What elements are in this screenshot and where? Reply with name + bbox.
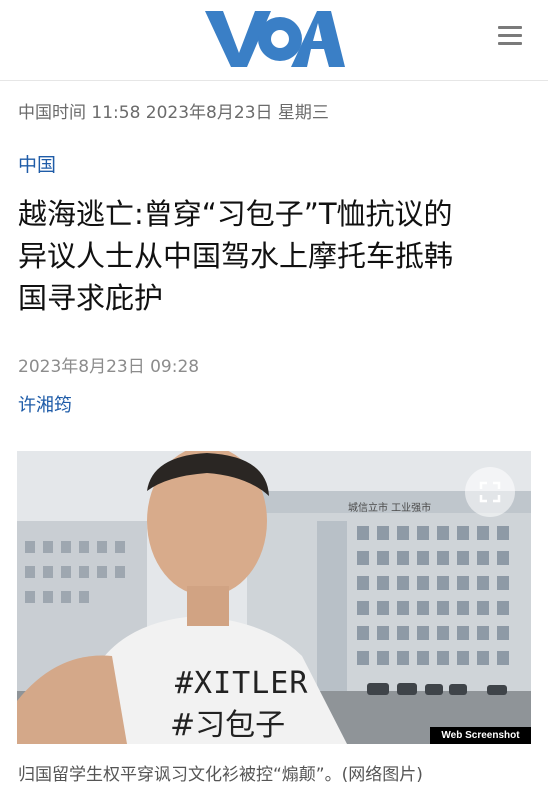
category-link[interactable]: 中国 [18, 150, 56, 177]
headline-line: 越海逃亡:曾穿“习包子”T恤抗议的 [18, 197, 453, 231]
author-link[interactable]: 许湘筠 [18, 391, 72, 417]
publish-date: 2023年8月23日 09:28 [18, 357, 200, 377]
shirt-text-line1: #XITLER [175, 666, 309, 701]
photo-caption: 归国留学生权平穿讽习文化衫被控“煽颠”。(网络图片) [18, 765, 423, 785]
site-header [0, 0, 548, 81]
article-headline: 越海逃亡:曾穿“习包子”T恤抗议的 异议人士从中国驾水上摩托车抵韩 国寻求庇护 [18, 193, 530, 319]
expand-icon[interactable] [465, 467, 515, 517]
voa-logo[interactable] [205, 9, 345, 69]
shirt-text-line2: #习包子 [170, 708, 286, 743]
photo-watermark: Web Screenshot [430, 727, 531, 744]
hamburger-menu-icon[interactable] [498, 26, 522, 46]
headline-line: 异议人士从中国驾水上摩托车抵韩 [18, 239, 454, 273]
headline-line: 国寻求庇护 [18, 281, 164, 315]
building-sign: 城信立市 工业强市 [348, 503, 432, 514]
current-time-bar: 中国时间 11:58 2023年8月23日 星期三 [18, 103, 329, 123]
